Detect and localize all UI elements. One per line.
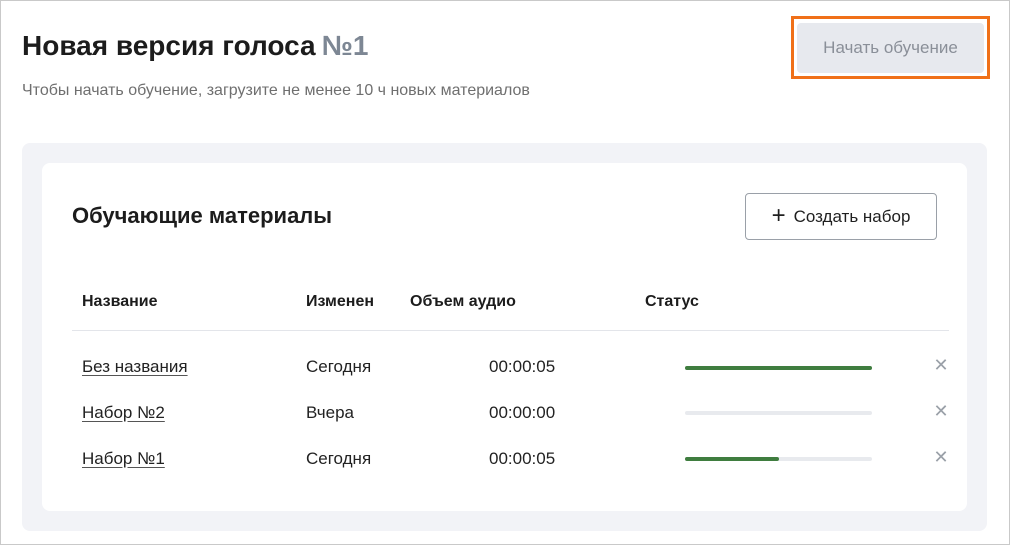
create-set-button[interactable]: + Создать набор: [745, 193, 937, 240]
close-icon[interactable]: ✕: [933, 356, 949, 374]
column-header-modified: Изменен: [306, 293, 375, 310]
column-header-audio: Объем аудио: [410, 293, 516, 310]
status-progress-bar: [685, 366, 872, 370]
status-progress-bar: [685, 457, 872, 461]
create-set-label: Создать набор: [793, 206, 911, 226]
row-name-link[interactable]: Набор №1: [82, 449, 165, 469]
status-progress-bar: [685, 411, 872, 415]
row-name-link[interactable]: Без названия: [82, 357, 188, 377]
column-header-status: Статус: [645, 293, 699, 310]
version-number: №1: [321, 30, 369, 61]
row-modified: Сегодня: [306, 449, 372, 468]
page-title: Новая версия голоса №1: [22, 30, 368, 62]
page-subtitle: Чтобы начать обучение, загрузите не мене…: [22, 82, 530, 99]
row-name-text[interactable]: Набор №2: [82, 403, 165, 422]
row-audio: 00:00:00: [489, 403, 556, 422]
start-training-button[interactable]: Начать обучение: [797, 23, 984, 73]
plus-icon: +: [771, 201, 786, 229]
row-audio: 00:00:05: [489, 449, 556, 468]
page-title-text: Новая версия голоса: [22, 30, 316, 61]
row-name-text[interactable]: Набор №1: [82, 449, 165, 468]
materials-title: Обучающие материалы: [72, 203, 333, 228]
header-divider: [72, 330, 949, 331]
close-icon[interactable]: ✕: [933, 402, 949, 420]
row-modified: Сегодня: [306, 357, 372, 376]
row-name-text[interactable]: Без названия: [82, 357, 188, 376]
row-modified: Вчера: [306, 403, 354, 422]
status-progress-fill: [685, 366, 872, 370]
row-audio: 00:00:05: [489, 357, 556, 376]
row-name-link[interactable]: Набор №2: [82, 403, 165, 423]
close-icon[interactable]: ✕: [933, 448, 949, 466]
status-progress-fill: [685, 457, 779, 461]
column-header-name: Название: [82, 293, 158, 310]
